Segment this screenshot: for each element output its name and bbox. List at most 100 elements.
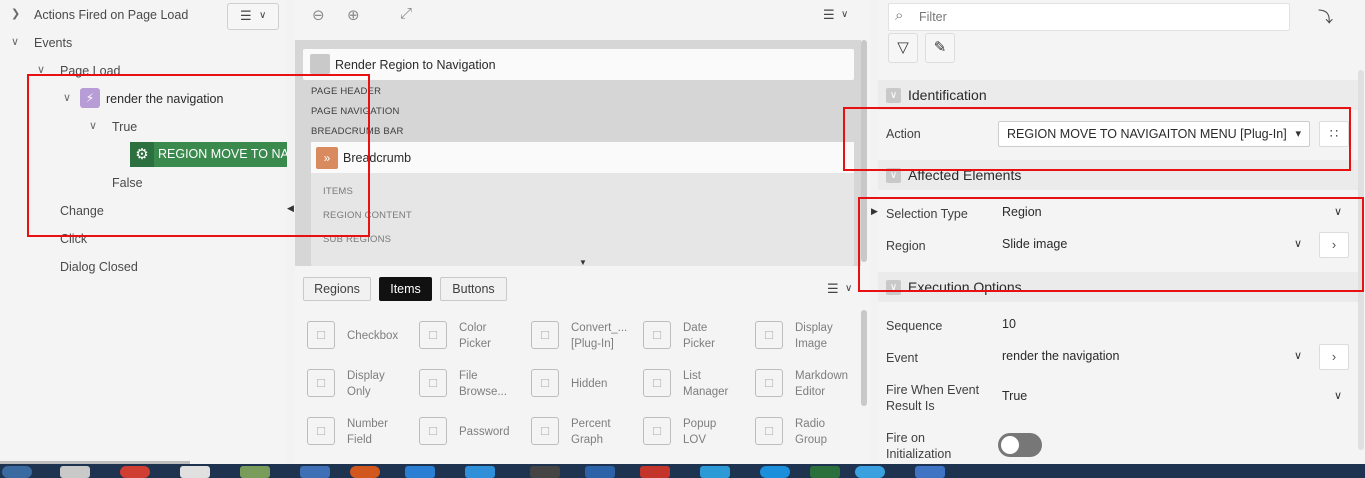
gallery-item-label-line2: [Plug-In] (571, 338, 614, 350)
tree-node-events[interactable]: Events (34, 36, 72, 50)
pencil-icon: ✎ (933, 39, 947, 56)
gallery-item-label-line1: Color (459, 322, 487, 334)
zoom-in-icon[interactable]: ⊕ (347, 6, 360, 24)
gallery-item[interactable]: □ Display Only (295, 365, 405, 405)
page-region[interactable]: Render Region to Navigation (303, 49, 854, 80)
chevron-right-icon[interactable]: ❯ (11, 7, 20, 20)
chevron-down-icon: ∨ (1333, 390, 1342, 402)
sequence-value: 10 (1002, 317, 1016, 331)
tab-items[interactable]: Items (379, 277, 432, 301)
fire-init-toggle[interactable] (998, 433, 1042, 457)
gallery-item-label-line2: Group (795, 434, 827, 446)
event-select[interactable]: render the navigation ∨ (994, 344, 1310, 370)
file-browse-icon: □ (419, 369, 447, 397)
chrome-icon[interactable] (120, 466, 150, 478)
gallery-item-label-line2: Manager (683, 386, 729, 398)
annotation-box-tree (27, 74, 370, 237)
chevron-down-icon[interactable]: ∨ (11, 35, 19, 48)
section-identification[interactable]: ∨ Identification (878, 80, 1358, 110)
expand-icon[interactable]: ⤢ (400, 5, 412, 22)
gallery-item-label-line1: Date (683, 322, 708, 334)
plug-icon: □ (531, 321, 559, 349)
filter-input[interactable]: ⌕ Filter (888, 3, 1290, 31)
gallery-item[interactable]: □ File Browse... (407, 365, 517, 405)
filter-placeholder: Filter (919, 10, 947, 24)
funnel-icon: ▽ (897, 39, 909, 56)
taskbar-app[interactable] (405, 466, 435, 478)
taskbar-app[interactable] (855, 466, 885, 478)
tree-node-dialog-closed[interactable]: Dialog Closed (60, 260, 138, 274)
hidden-icon: □ (531, 369, 559, 397)
sequence-input[interactable]: 10 (994, 312, 1350, 338)
tab-regions[interactable]: Regions (303, 277, 371, 301)
taskbar-app[interactable] (465, 466, 495, 478)
taskbar-app[interactable] (700, 466, 730, 478)
checkbox-icon: □ (307, 321, 335, 349)
gallery-item[interactable]: □ Checkbox (295, 317, 405, 357)
gallery-item[interactable]: □ Display Image (743, 317, 853, 357)
gallery-item[interactable]: □ Color Picker (407, 317, 517, 357)
gallery-item[interactable]: □ Password (407, 413, 517, 453)
gallery-item[interactable]: □ Markdown Editor (743, 365, 853, 405)
fire-init-label: Fire on Initialization (886, 430, 951, 462)
taskbar-app[interactable] (810, 466, 840, 478)
zoom-out-icon[interactable]: ⊖ (312, 6, 325, 24)
event-label: Event (886, 351, 918, 365)
breadcrumb-region[interactable]: » Breadcrumb ITEMS REGION CONTENT SUB RE… (311, 142, 854, 266)
start-button[interactable] (2, 466, 32, 478)
password-icon: □ (419, 417, 447, 445)
chevron-down-icon[interactable]: ∨ (845, 283, 852, 294)
taskbar-app[interactable] (300, 466, 330, 478)
fire-when-value: True (1002, 389, 1028, 403)
gallery-scrollbar[interactable] (861, 310, 867, 406)
gallery-item[interactable]: □ Radio Group (743, 413, 853, 453)
chevron-down-icon[interactable]: ∨ (841, 9, 848, 20)
gallery-item-label: Date Picker (683, 320, 747, 352)
gallery-item-label-line2: Browse... (459, 386, 507, 398)
taskbar-app[interactable] (585, 466, 615, 478)
caret-down-icon[interactable]: ▼ (579, 258, 587, 266)
go-to-group-icon[interactable]: ⤵ (1318, 6, 1333, 27)
gallery-item[interactable]: □ List Manager (631, 365, 741, 405)
taskbar-app[interactable] (915, 466, 945, 478)
event-go-button[interactable]: › (1319, 344, 1349, 370)
filter-funnel-button[interactable]: ▽ (888, 33, 918, 63)
tree-menu-button[interactable]: ☰ ∨ (227, 3, 279, 30)
layout-panel: ⊖ ⊕ ⤢ ☰ ∨ Render Region to Navigation PA… (295, 0, 871, 464)
gallery-item-label: Checkbox (347, 328, 411, 344)
gallery-item[interactable]: □ Number Field (295, 413, 405, 453)
markdown-icon: □ (755, 369, 783, 397)
gallery-item-label-line1: List (683, 370, 701, 382)
gallery-item[interactable]: □ Hidden (519, 365, 629, 405)
tree-node-actions-fired[interactable]: Actions Fired on Page Load (34, 8, 188, 22)
chevron-down-icon: ∨ (1293, 350, 1302, 362)
taskbar-app[interactable] (350, 466, 380, 478)
menu-icon[interactable]: ☰ (823, 7, 835, 23)
number-field-icon: □ (307, 417, 335, 445)
layout-canvas: Render Region to Navigation PAGE HEADER … (295, 40, 861, 266)
taskbar-app[interactable] (60, 466, 90, 478)
fire-when-select[interactable]: True ∨ (994, 384, 1350, 410)
menu-icon: ☰ (240, 8, 252, 23)
taskbar-app[interactable] (760, 466, 790, 478)
gallery-item[interactable]: □ Convert_... [Plug-In] (519, 317, 629, 357)
gallery-item-label-line1: Display (347, 370, 385, 382)
tab-buttons[interactable]: Buttons (440, 277, 507, 301)
collapse-icon: ∨ (886, 88, 901, 103)
gallery-item[interactable]: □ Date Picker (631, 317, 741, 357)
taskbar-app[interactable] (640, 466, 670, 478)
gallery-item[interactable]: □ Popup LOV (631, 413, 741, 453)
gallery-item-label-line1: Checkbox (347, 330, 399, 342)
edit-button[interactable]: ✎ (925, 33, 955, 63)
section-title: Identification (908, 87, 987, 103)
fire-when-label-line2: Result Is (886, 399, 935, 413)
color-picker-icon: □ (419, 321, 447, 349)
menu-icon[interactable]: ☰ (827, 281, 839, 297)
gallery-item[interactable]: □ Percent Graph (519, 413, 629, 453)
taskbar-app[interactable] (180, 466, 210, 478)
gallery-item-label-line1: Number (347, 418, 388, 430)
taskbar-app[interactable] (530, 466, 560, 478)
sequence-label: Sequence (886, 319, 943, 333)
taskbar-app[interactable] (240, 466, 270, 478)
gallery-item-label-line1: Password (459, 426, 510, 438)
